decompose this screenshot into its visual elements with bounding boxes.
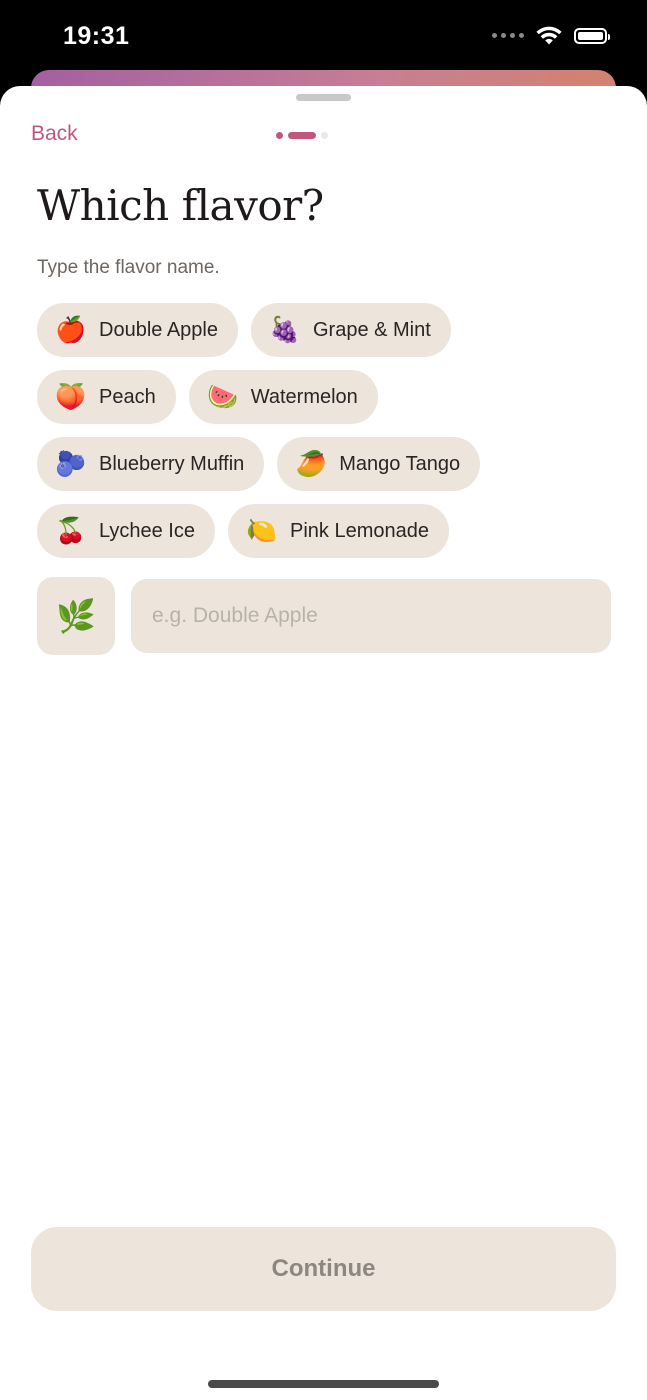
progress-step-1 [276, 132, 283, 139]
flavor-chip-grape-mint[interactable]: 🍇 Grape & Mint [250, 303, 451, 357]
blueberries-icon: 🫐 [55, 449, 87, 478]
custom-flavor-row: 🌿 [37, 577, 611, 655]
flavor-chip-label: Watermelon [250, 385, 358, 408]
flavor-chip-label: Grape & Mint [312, 318, 431, 341]
flavor-name-input[interactable] [131, 579, 611, 653]
peach-icon: 🍑 [55, 382, 87, 411]
flavor-chip-label: Lychee Ice [99, 519, 195, 542]
status-time: 19:31 [63, 22, 130, 50]
flavor-chip-peach[interactable]: 🍑 Peach [37, 370, 176, 424]
cherries-icon: 🍒 [55, 516, 87, 545]
flavor-chip-lychee-ice[interactable]: 🍒 Lychee Ice [37, 504, 215, 558]
flavor-chip-label: Mango Tango [339, 452, 461, 475]
status-bar: 19:31 [0, 0, 647, 72]
page-title: Which flavor? [37, 181, 324, 230]
flavor-chip-label: Double Apple [99, 318, 218, 341]
flavor-chip-double-apple[interactable]: 🍎 Double Apple [37, 303, 238, 357]
signal-icon [492, 33, 524, 38]
progress-step-3 [321, 132, 328, 139]
flavor-chip-label: Blueberry Muffin [99, 452, 245, 475]
status-icons [492, 26, 610, 45]
back-button[interactable]: Back [31, 122, 78, 146]
page-subtitle: Type the flavor name. [37, 257, 220, 278]
lemon-icon: 🍋 [246, 516, 278, 545]
battery-icon [574, 27, 610, 44]
continue-button[interactable]: Continue [31, 1227, 616, 1311]
wifi-icon [536, 26, 562, 45]
mango-icon: 🥭 [295, 449, 327, 478]
grapes-icon: 🍇 [269, 315, 301, 344]
step-progress-indicator [276, 132, 328, 139]
flavor-chip-list: 🍎 Double Apple 🍇 Grape & Mint 🍑 Peach 🍉 … [37, 303, 617, 571]
flavor-chip-blueberry-muffin[interactable]: 🫐 Blueberry Muffin [37, 437, 265, 491]
progress-step-current [288, 132, 316, 139]
apple-icon: 🍎 [55, 315, 87, 344]
flavor-chip-pink-lemonade[interactable]: 🍋 Pink Lemonade [228, 504, 449, 558]
home-indicator[interactable] [208, 1380, 439, 1388]
flavor-chip-mango-tango[interactable]: 🥭 Mango Tango [277, 437, 481, 491]
flavor-chip-label: Peach [99, 385, 156, 408]
flavor-chip-watermelon[interactable]: 🍉 Watermelon [188, 370, 378, 424]
flavor-chip-label: Pink Lemonade [290, 519, 429, 542]
herb-icon: 🌿 [37, 577, 115, 655]
flavor-sheet: Back Which flavor? Type the flavor name.… [0, 86, 647, 1400]
watermelon-icon: 🍉 [207, 382, 239, 411]
sheet-grabber[interactable] [296, 94, 351, 101]
